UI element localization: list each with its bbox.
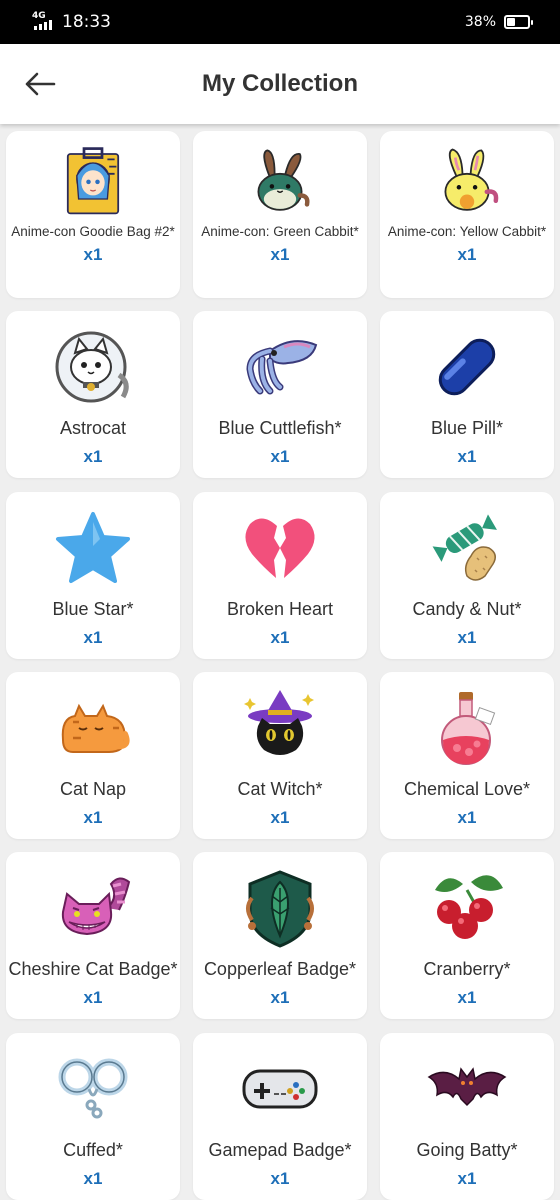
- collection-item[interactable]: Blue Pill* x1: [380, 311, 554, 479]
- collection-item[interactable]: Blue Cuttlefish* x1: [193, 311, 367, 479]
- item-name: Blue Star*: [52, 598, 134, 619]
- candy-nut-icon: [425, 506, 509, 590]
- blue-star-icon: [51, 506, 135, 590]
- gamepad-icon: [238, 1047, 322, 1131]
- arrow-left-icon: [25, 72, 56, 96]
- yellow-cabbit-icon: [425, 145, 509, 217]
- collection-item[interactable]: Anime-con: Green Cabbit* x1: [193, 131, 367, 298]
- collection-item[interactable]: Gamepad Badge* x1: [193, 1032, 367, 1200]
- battery-icon: [504, 15, 533, 29]
- cranberry-icon: [425, 866, 509, 950]
- item-name: Blue Pill*: [430, 418, 504, 439]
- collection-item[interactable]: Cat Nap x1: [6, 671, 180, 839]
- item-quantity: x1: [457, 245, 477, 264]
- back-button[interactable]: [22, 66, 58, 102]
- clock: 18:33: [62, 12, 111, 32]
- collection-item[interactable]: Candy & Nut* x1: [380, 491, 554, 659]
- item-quantity: x1: [270, 807, 290, 827]
- item-name: Cat Witch*: [237, 778, 323, 799]
- collection-item[interactable]: Cranberry* x1: [380, 852, 554, 1020]
- item-quantity: x1: [83, 627, 103, 647]
- page-title: My Collection: [201, 70, 358, 97]
- handcuffs-icon: [51, 1047, 135, 1131]
- cat-nap-icon: [51, 686, 135, 770]
- collection-item[interactable]: Anime-con: Yellow Cabbit* x1: [380, 131, 554, 298]
- collection-item[interactable]: Cheshire Cat Badge* x1: [6, 852, 180, 1020]
- item-quantity: x1: [270, 245, 290, 264]
- item-quantity: x1: [457, 627, 477, 647]
- item-name: Anime-con Goodie Bag #2*: [11, 224, 175, 239]
- item-name: Astrocat: [59, 418, 127, 439]
- item-name: Chemical Love*: [403, 778, 531, 799]
- item-name: Broken Heart: [226, 598, 334, 619]
- cuttlefish-icon: [238, 325, 322, 409]
- potion-icon: [425, 686, 509, 770]
- bat-icon: [425, 1047, 509, 1131]
- copperleaf-badge-icon: [238, 866, 322, 950]
- goodie-bag-icon: [51, 145, 135, 217]
- item-quantity: x1: [83, 245, 103, 264]
- collection-item[interactable]: Cuffed* x1: [6, 1032, 180, 1200]
- item-name: Cat Nap: [59, 778, 127, 799]
- app-bar: My Collection: [0, 44, 560, 124]
- item-quantity: x1: [457, 1168, 477, 1188]
- item-quantity: x1: [83, 447, 103, 467]
- collection-item[interactable]: Blue Star* x1: [6, 491, 180, 659]
- item-name: Candy & Nut*: [412, 598, 522, 619]
- collection-item[interactable]: Cat Witch* x1: [193, 671, 367, 839]
- item-quantity: x1: [270, 627, 290, 647]
- item-quantity: x1: [83, 1168, 103, 1188]
- item-quantity: x1: [270, 988, 290, 1008]
- collection-item[interactable]: Anime-con Goodie Bag #2* x1: [6, 131, 180, 298]
- item-quantity: x1: [83, 988, 103, 1008]
- item-quantity: x1: [457, 988, 477, 1008]
- collection-item[interactable]: Going Batty* x1: [380, 1032, 554, 1200]
- item-quantity: x1: [457, 447, 477, 467]
- signal-icon: 4G: [32, 11, 54, 31]
- green-cabbit-icon: [238, 145, 322, 217]
- item-quantity: x1: [83, 807, 103, 827]
- cat-witch-icon: [238, 686, 322, 770]
- blue-pill-icon: [425, 325, 509, 409]
- item-quantity: x1: [270, 447, 290, 467]
- item-name: Cheshire Cat Badge*: [8, 959, 178, 980]
- status-bar: 4G 18:33 38%: [0, 0, 560, 44]
- item-name: Anime-con: Yellow Cabbit*: [387, 224, 547, 239]
- broken-heart-icon: [238, 506, 322, 590]
- item-name: Anime-con: Green Cabbit*: [201, 224, 359, 239]
- item-name: Cuffed*: [63, 1139, 123, 1160]
- item-name: Copperleaf Badge*: [203, 959, 357, 980]
- item-name: Gamepad Badge*: [208, 1139, 352, 1160]
- battery-percent: 38%: [464, 14, 496, 30]
- item-name: Blue Cuttlefish*: [218, 418, 342, 439]
- item-quantity: x1: [270, 1168, 290, 1188]
- collection-item[interactable]: Astrocat x1: [6, 311, 180, 479]
- item-name: Going Batty*: [416, 1139, 518, 1160]
- item-quantity: x1: [457, 807, 477, 827]
- collection-item[interactable]: Chemical Love* x1: [380, 671, 554, 839]
- item-name: Cranberry*: [423, 959, 511, 980]
- collection-grid: Anime-con Goodie Bag #2* x1 Anime-con: G…: [0, 124, 560, 1200]
- cheshire-cat-icon: [51, 866, 135, 950]
- collection-item[interactable]: Broken Heart x1: [193, 491, 367, 659]
- astrocat-icon: [51, 325, 135, 409]
- collection-item[interactable]: Copperleaf Badge* x1: [193, 852, 367, 1020]
